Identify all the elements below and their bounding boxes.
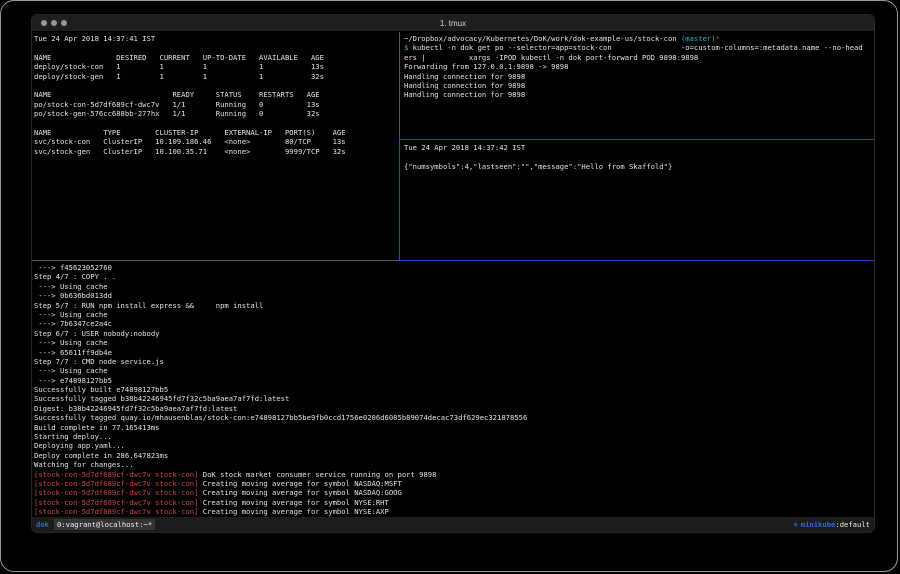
terminal-line: ---> f45623052760 [34, 263, 872, 272]
pane-divider-bottom-active [399, 260, 874, 261]
terminal-window: 1. tmux Tue 24 Apr 2018 14:37:41 IST NAM… [31, 14, 875, 533]
terminal-line: ---> Using cache [34, 282, 872, 291]
pane-port-forward[interactable]: ~/Dropbox/advocacy/Kubernetes/DoK/work/d… [404, 34, 873, 138]
terminal-line: Deploying app.yaml... [34, 441, 872, 450]
terminal-line: Forwarding from 127.0.0.1:9898 -> 9898 [404, 62, 873, 71]
pane-divider-horizontal-active [400, 139, 874, 140]
terminal-line: Handling connection for 9898 [404, 81, 873, 90]
pane-divider-vertical-inactive [399, 32, 400, 139]
terminal-line: [stock-con-5d7df689cf-dwc7v stock-con] C… [34, 507, 872, 516]
terminal-line: Tue 24 Apr 2018 14:37:41 IST [34, 34, 396, 43]
terminal-line [34, 81, 396, 90]
terminal-line: deploy/stock-gen 1 1 1 1 32s [34, 72, 396, 81]
terminal-line: ---> 65611ff9db4e [34, 348, 872, 357]
pane-divider-bottom-inactive [32, 260, 399, 261]
terminal-line: ---> Using cache [34, 310, 872, 319]
terminal-line: Tue 24 Apr 2018 14:37:42 IST [404, 143, 873, 152]
window-title: 1. tmux [32, 19, 874, 28]
terminal-line: Step 5/7 : RUN npm install express && np… [34, 301, 872, 310]
terminal-line: Step 4/7 : COPY . . [34, 272, 872, 281]
minimize-button[interactable] [51, 20, 57, 26]
terminal-line: NAME TYPE CLUSTER-IP EXTERNAL-IP PORT(S)… [34, 128, 396, 137]
terminal-line: NAME DESIRED CURRENT UP-TO-DATE AVAILABL… [34, 53, 396, 62]
terminal-line: ---> Using cache [34, 366, 872, 375]
terminal-line: [stock-con-5d7df689cf-dwc7v stock-con] C… [34, 479, 872, 488]
terminal-line: po/stock-con-5d7df689cf-dwc7v 1/1 Runnin… [34, 100, 396, 109]
tmux-session-body: Tue 24 Apr 2018 14:37:41 IST NAME DESIRE… [32, 32, 874, 517]
terminal-line [34, 119, 396, 128]
terminal-line: ~/Dropbox/advocacy/Kubernetes/DoK/work/d… [404, 34, 873, 43]
zoom-button[interactable] [61, 20, 67, 26]
terminal-line: Step 6/7 : USER nobody:nobody [34, 329, 872, 338]
terminal-line: Step 7/7 : CMD node service.js [34, 357, 872, 366]
terminal-line: [stock-con-5d7df689cf-dwc7v stock-con] C… [34, 488, 872, 497]
pane-skaffold-log[interactable]: ---> f45623052760Step 4/7 : COPY . . ---… [34, 263, 872, 516]
pane-service-output[interactable]: Tue 24 Apr 2018 14:37:42 IST {"numsymbol… [404, 143, 873, 258]
pane-divider-vertical-active [399, 139, 400, 260]
terminal-line: Starting deploy... [34, 432, 872, 441]
terminal-line: ---> 0b636bd013dd [34, 291, 872, 300]
terminal-line: $ kubectl -n dok get po --selector=app=s… [404, 43, 873, 52]
tmux-status-bar: dok 0:vagrant@localhost:~* ⎈ minikube :d… [32, 517, 874, 532]
kube-context: minikube [801, 520, 836, 529]
terminal-line: Deploy complete in 286.647823ms [34, 451, 872, 460]
session-name: dok [32, 520, 49, 529]
traffic-lights [32, 20, 67, 26]
terminal-line [34, 43, 396, 52]
terminal-line: svc/stock-gen ClusterIP 10.100.35.71 <no… [34, 147, 396, 156]
terminal-line: svc/stock-con ClusterIP 10.109.186.46 <n… [34, 137, 396, 146]
terminal-line: ---> Using cache [34, 338, 872, 347]
terminal-line: Successfully tagged b38b42246945fd7f32c5… [34, 394, 872, 403]
terminal-line: ers | xargs -IPOD kubectl -n dok port-fo… [404, 53, 873, 62]
window-titlebar: 1. tmux [32, 15, 874, 32]
terminal-line: Build complete in 77.165413ms [34, 423, 872, 432]
terminal-line: Handling connection for 9898 [404, 90, 873, 99]
terminal-line: ---> 7b6347ce2a4c [34, 319, 872, 328]
terminal-line: Successfully built e74898127bb5 [34, 385, 872, 394]
kubernetes-helm-icon: ⎈ [793, 520, 798, 529]
terminal-line: [stock-con-5d7df689cf-dwc7v stock-con] C… [34, 498, 872, 507]
screenshot-frame: 1. tmux Tue 24 Apr 2018 14:37:41 IST NAM… [0, 0, 898, 572]
close-button[interactable] [41, 20, 47, 26]
terminal-line: deploy/stock-con 1 1 1 1 13s [34, 62, 396, 71]
terminal-line: Handling connection for 9898 [404, 72, 873, 81]
terminal-line: ---> e74898127bb5 [34, 376, 872, 385]
terminal-line: NAME READY STATUS RESTARTS AGE [34, 90, 396, 99]
status-right: ⎈ minikube :default [793, 520, 870, 529]
terminal-line: Watching for changes... [34, 460, 872, 469]
terminal-line: [stock-con-5d7df689cf-dwc7v stock-con] D… [34, 470, 872, 479]
status-window-item[interactable]: 0:vagrant@localhost:~* [54, 519, 155, 530]
terminal-line: po/stock-gen-576cc688bb-277hx 1/1 Runnin… [34, 109, 396, 118]
pane-kubectl-watch[interactable]: Tue 24 Apr 2018 14:37:41 IST NAME DESIRE… [34, 34, 396, 258]
terminal-line: Successfully tagged quay.io/mhausenblas/… [34, 413, 872, 422]
terminal-line [404, 152, 873, 161]
terminal-line: {"numsymbols":4,"lastseen":"","message":… [404, 162, 873, 171]
terminal-line: Digest: b38b42246945fd7f32c5ba9aea7af7fd… [34, 404, 872, 413]
kube-namespace: :default [835, 520, 870, 529]
